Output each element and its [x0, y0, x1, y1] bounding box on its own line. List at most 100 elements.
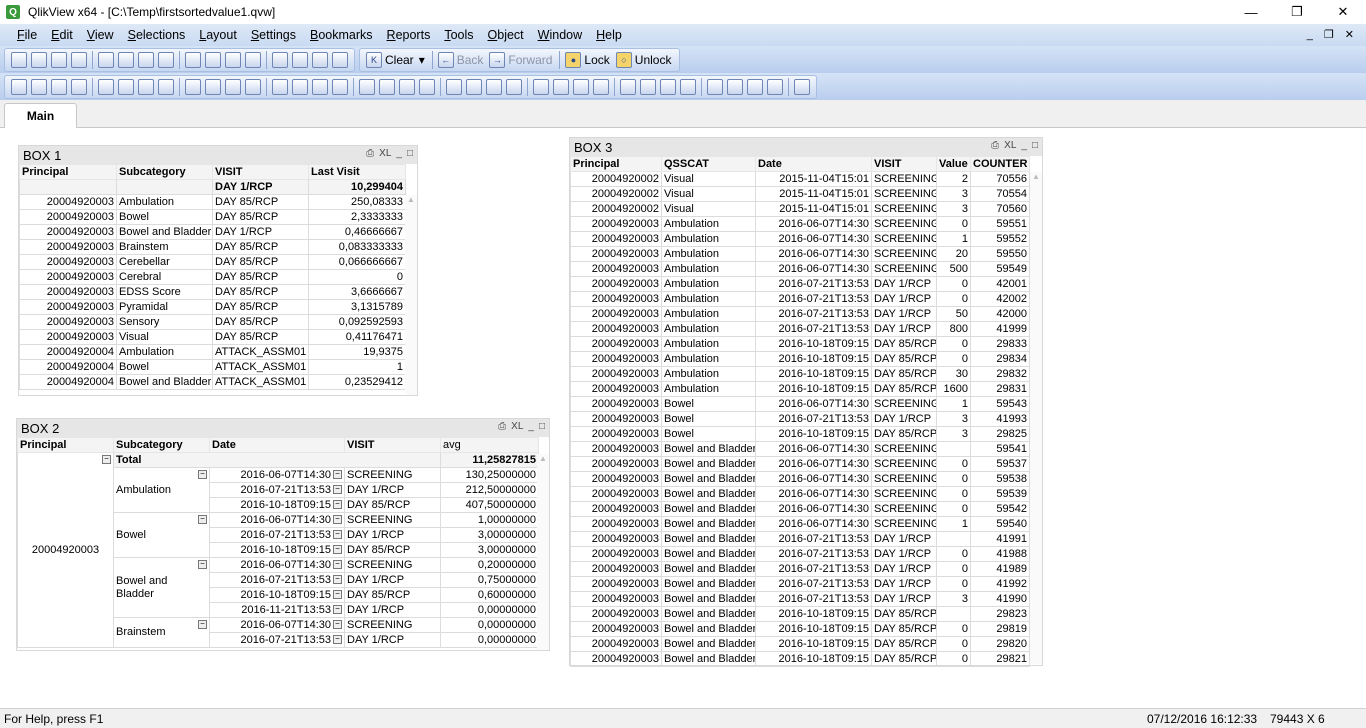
table-row[interactable]: 20004920003 Bowel and Bladder 2016-06-07T1… — [570, 486, 1030, 502]
visit-cell[interactable]: DAY 1/RCP — [344, 632, 441, 648]
collapse-icon[interactable]: − — [198, 515, 207, 524]
excel-export-icon[interactable]: XL — [379, 148, 391, 159]
table-cell[interactable]: 0 — [936, 291, 971, 307]
table-cell[interactable]: 3,6666667 — [308, 284, 406, 300]
collapse-icon[interactable]: − — [333, 500, 342, 510]
table-cell[interactable]: Bowel — [661, 426, 756, 442]
menu-bookmarks[interactable]: Bookmarks — [303, 28, 380, 42]
table-cell[interactable]: 29831 — [970, 381, 1030, 397]
table-cell[interactable]: 41999 — [970, 321, 1030, 337]
menu-layout[interactable]: Layout — [192, 28, 244, 42]
maximize-icon[interactable]: □ — [407, 148, 413, 159]
date-cell[interactable]: 2016-10-18T09:15− — [209, 587, 345, 603]
table-cell[interactable]: Ambulation — [661, 216, 756, 232]
column-header[interactable]: Subcategory — [116, 164, 213, 180]
table-cell[interactable]: 2016-07-21T13:53 — [755, 546, 872, 562]
table-row[interactable]: 20004920003 Ambulation 2016-10-18T09:15 DAY… — [570, 336, 1030, 352]
avg-cell[interactable]: 1,00000000 — [440, 512, 539, 528]
table-cell[interactable]: 29833 — [970, 336, 1030, 352]
table-cell[interactable]: 20004920003 — [570, 516, 662, 532]
table-cell[interactable]: 20 — [936, 246, 971, 262]
table-cell[interactable]: Visual — [116, 329, 213, 345]
table-cell[interactable]: 20004920003 — [570, 306, 662, 322]
table-row[interactable]: 20004920003 Brainstem DAY 85/RCP 0,08333333… — [19, 239, 406, 255]
open-icon[interactable] — [31, 51, 47, 68]
table-cell[interactable]: SCREENING — [871, 246, 937, 262]
visit-cell[interactable]: DAY 85/RCP — [344, 587, 441, 603]
table-cell[interactable]: 20004920003 — [570, 636, 662, 652]
table-row[interactable]: 20004920003 Bowel DAY 85/RCP 2,3333333 — [19, 209, 406, 225]
box2-caption[interactable]: BOX 2 ⎙ XL _ □ — [17, 419, 549, 437]
table-cell[interactable]: 2,3333333 — [308, 209, 406, 225]
table-cell[interactable]: DAY 85/RCP — [871, 336, 937, 352]
vertical-scrollbar[interactable]: ▲ — [537, 454, 549, 650]
column-header[interactable]: Principal — [19, 164, 117, 180]
table-row[interactable]: 20004920003 Cerebellar DAY 85/RCP 0,0666666… — [19, 254, 406, 270]
bookmark-object-icon[interactable] — [332, 78, 348, 95]
table-cell[interactable]: Ambulation — [661, 261, 756, 277]
table-cell[interactable]: Bowel and Bladder — [661, 636, 756, 652]
date-cell[interactable]: 2016-07-21T13:53− — [209, 482, 345, 498]
table-cell[interactable]: Ambulation — [116, 344, 213, 360]
collapse-icon[interactable]: − — [333, 620, 342, 630]
column-header[interactable]: Principal — [570, 156, 662, 172]
table-row[interactable]: 20004920003 Ambulation 2016-07-21T13:53 DAY… — [570, 276, 1030, 292]
table-cell[interactable]: 41988 — [970, 546, 1030, 562]
table-cell[interactable]: 30 — [936, 366, 971, 382]
table-cell[interactable]: 20004920003 — [570, 261, 662, 277]
table-cell[interactable]: 20004920003 — [570, 246, 662, 262]
text-object-icon[interactable] — [272, 78, 288, 95]
table-cell[interactable]: DAY 85/RCP — [212, 314, 309, 330]
table-cell[interactable]: 20004920002 — [570, 201, 662, 217]
table-row[interactable]: 20004920003 Ambulation 2016-10-18T09:15 DAY… — [570, 366, 1030, 382]
lock-button[interactable]: Lock — [584, 53, 609, 67]
date-cell[interactable]: 2016-07-21T13:53− — [209, 527, 345, 543]
table-row[interactable]: 20004920003 Bowel 2016-07-21T13:53 DAY 1/RC… — [570, 411, 1030, 427]
redo-icon[interactable] — [185, 51, 201, 68]
table-cell[interactable]: 0 — [936, 636, 971, 652]
table-row[interactable]: 20004920003 Bowel and Bladder DAY 1/RCP 0,4… — [19, 224, 406, 240]
restore-button[interactable]: ❐ — [1274, 0, 1320, 24]
menu-selections[interactable]: Selections — [121, 28, 193, 42]
table-cell[interactable]: DAY 85/RCP — [212, 329, 309, 345]
table-cell[interactable]: 29834 — [970, 351, 1030, 367]
table-cell[interactable]: Ambulation — [116, 194, 213, 210]
statistics-box-icon[interactable] — [118, 78, 134, 95]
table-row[interactable]: 20004920003 Bowel and Bladder 2016-10-18T0… — [570, 651, 1030, 667]
table-cell[interactable]: 29832 — [970, 366, 1030, 382]
column-header[interactable]: Date — [755, 156, 872, 172]
table-cell[interactable]: 500 — [936, 261, 971, 277]
collapse-icon[interactable]: − — [333, 575, 342, 585]
table-cell[interactable]: DAY 85/RCP — [871, 426, 937, 442]
subcategory-cell[interactable]: Bowel and Bladder − — [113, 557, 210, 618]
column-header[interactable]: VISIT — [212, 164, 309, 180]
visit-cell[interactable]: DAY 85/RCP — [344, 542, 441, 558]
table-cell[interactable]: DAY 85/RCP — [871, 351, 937, 367]
table-cell[interactable]: 2016-10-18T09:15 — [755, 426, 872, 442]
table-cell[interactable]: Ambulation — [661, 351, 756, 367]
custom-object-icon[interactable] — [399, 78, 415, 95]
table-cell[interactable]: SCREENING — [871, 501, 937, 517]
table-cell[interactable]: Bowel and Bladder — [661, 606, 756, 622]
table-cell[interactable]: SCREENING — [871, 486, 937, 502]
table-cell[interactable]: 2016-10-18T09:15 — [755, 621, 872, 637]
table-cell[interactable]: Bowel and Bladder — [661, 576, 756, 592]
table-cell[interactable]: 1 — [308, 359, 406, 375]
table-row[interactable]: 20004920003 Ambulation 2016-10-18T09:15 DAY… — [570, 351, 1030, 367]
table-cell[interactable]: 20004920003 — [19, 269, 117, 285]
collapse-icon[interactable]: − — [333, 470, 342, 480]
table-cell[interactable]: 2016-10-18T09:15 — [755, 606, 872, 622]
listbox-icon[interactable] — [98, 78, 114, 95]
table-cell[interactable]: 29821 — [970, 651, 1030, 667]
date-cell[interactable]: 2016-10-18T09:15− — [209, 497, 345, 513]
table-row[interactable]: 20004920003 Bowel and Bladder 2016-06-07T1… — [570, 456, 1030, 472]
table-cell[interactable]: Ambulation — [661, 381, 756, 397]
collapse-icon[interactable]: − — [198, 620, 207, 629]
search-object-icon[interactable] — [359, 78, 375, 95]
avg-cell[interactable]: 130,25000000 — [440, 467, 539, 483]
table-cell[interactable]: 0 — [936, 336, 971, 352]
table-cell[interactable]: 59540 — [970, 516, 1030, 532]
table-row[interactable]: 20004920003 Bowel and Bladder 2016-06-07T1… — [570, 441, 1030, 457]
column-header[interactable]: Last Visit — [308, 164, 406, 180]
table-cell[interactable]: 20004920003 — [19, 224, 117, 240]
